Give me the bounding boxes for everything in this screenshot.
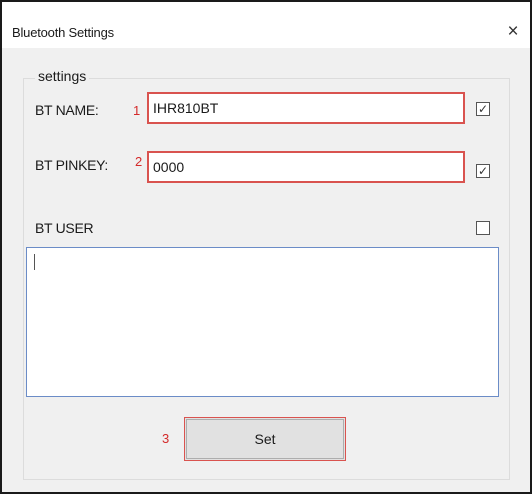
dialog-client-area: settings BT NAME: 1 ✓ BT PINKEY: 2 ✓ BT …: [2, 48, 530, 492]
bt-pinkey-input[interactable]: [147, 151, 465, 183]
bt-name-checkbox[interactable]: ✓: [476, 102, 490, 116]
window-title: Bluetooth Settings: [12, 25, 114, 40]
bt-name-input[interactable]: [147, 92, 465, 124]
set-button-label: Set: [254, 431, 276, 447]
annotation-marker-1: 1: [133, 103, 141, 118]
bt-user-label: BT USER: [35, 220, 94, 236]
close-button[interactable]: ×: [500, 20, 526, 44]
bt-name-label: BT NAME:: [35, 102, 99, 118]
bt-pinkey-label: BT PINKEY:: [35, 157, 108, 173]
settings-group-label: settings: [35, 68, 90, 84]
bt-pinkey-checkbox[interactable]: ✓: [476, 164, 490, 178]
text-caret: [34, 254, 35, 270]
close-icon: ×: [507, 21, 519, 42]
annotation-marker-3: 3: [162, 431, 170, 446]
annotation-marker-2: 2: [135, 154, 143, 169]
title-bar[interactable]: Bluetooth Settings ×: [2, 2, 530, 48]
checkmark-icon: ✓: [477, 164, 489, 178]
bluetooth-settings-dialog: Bluetooth Settings × settings BT NAME: 1…: [0, 0, 532, 494]
bt-user-textarea[interactable]: [26, 247, 499, 397]
set-button[interactable]: Set: [184, 417, 346, 461]
bt-user-checkbox[interactable]: [476, 221, 490, 235]
checkmark-icon: ✓: [477, 102, 489, 116]
